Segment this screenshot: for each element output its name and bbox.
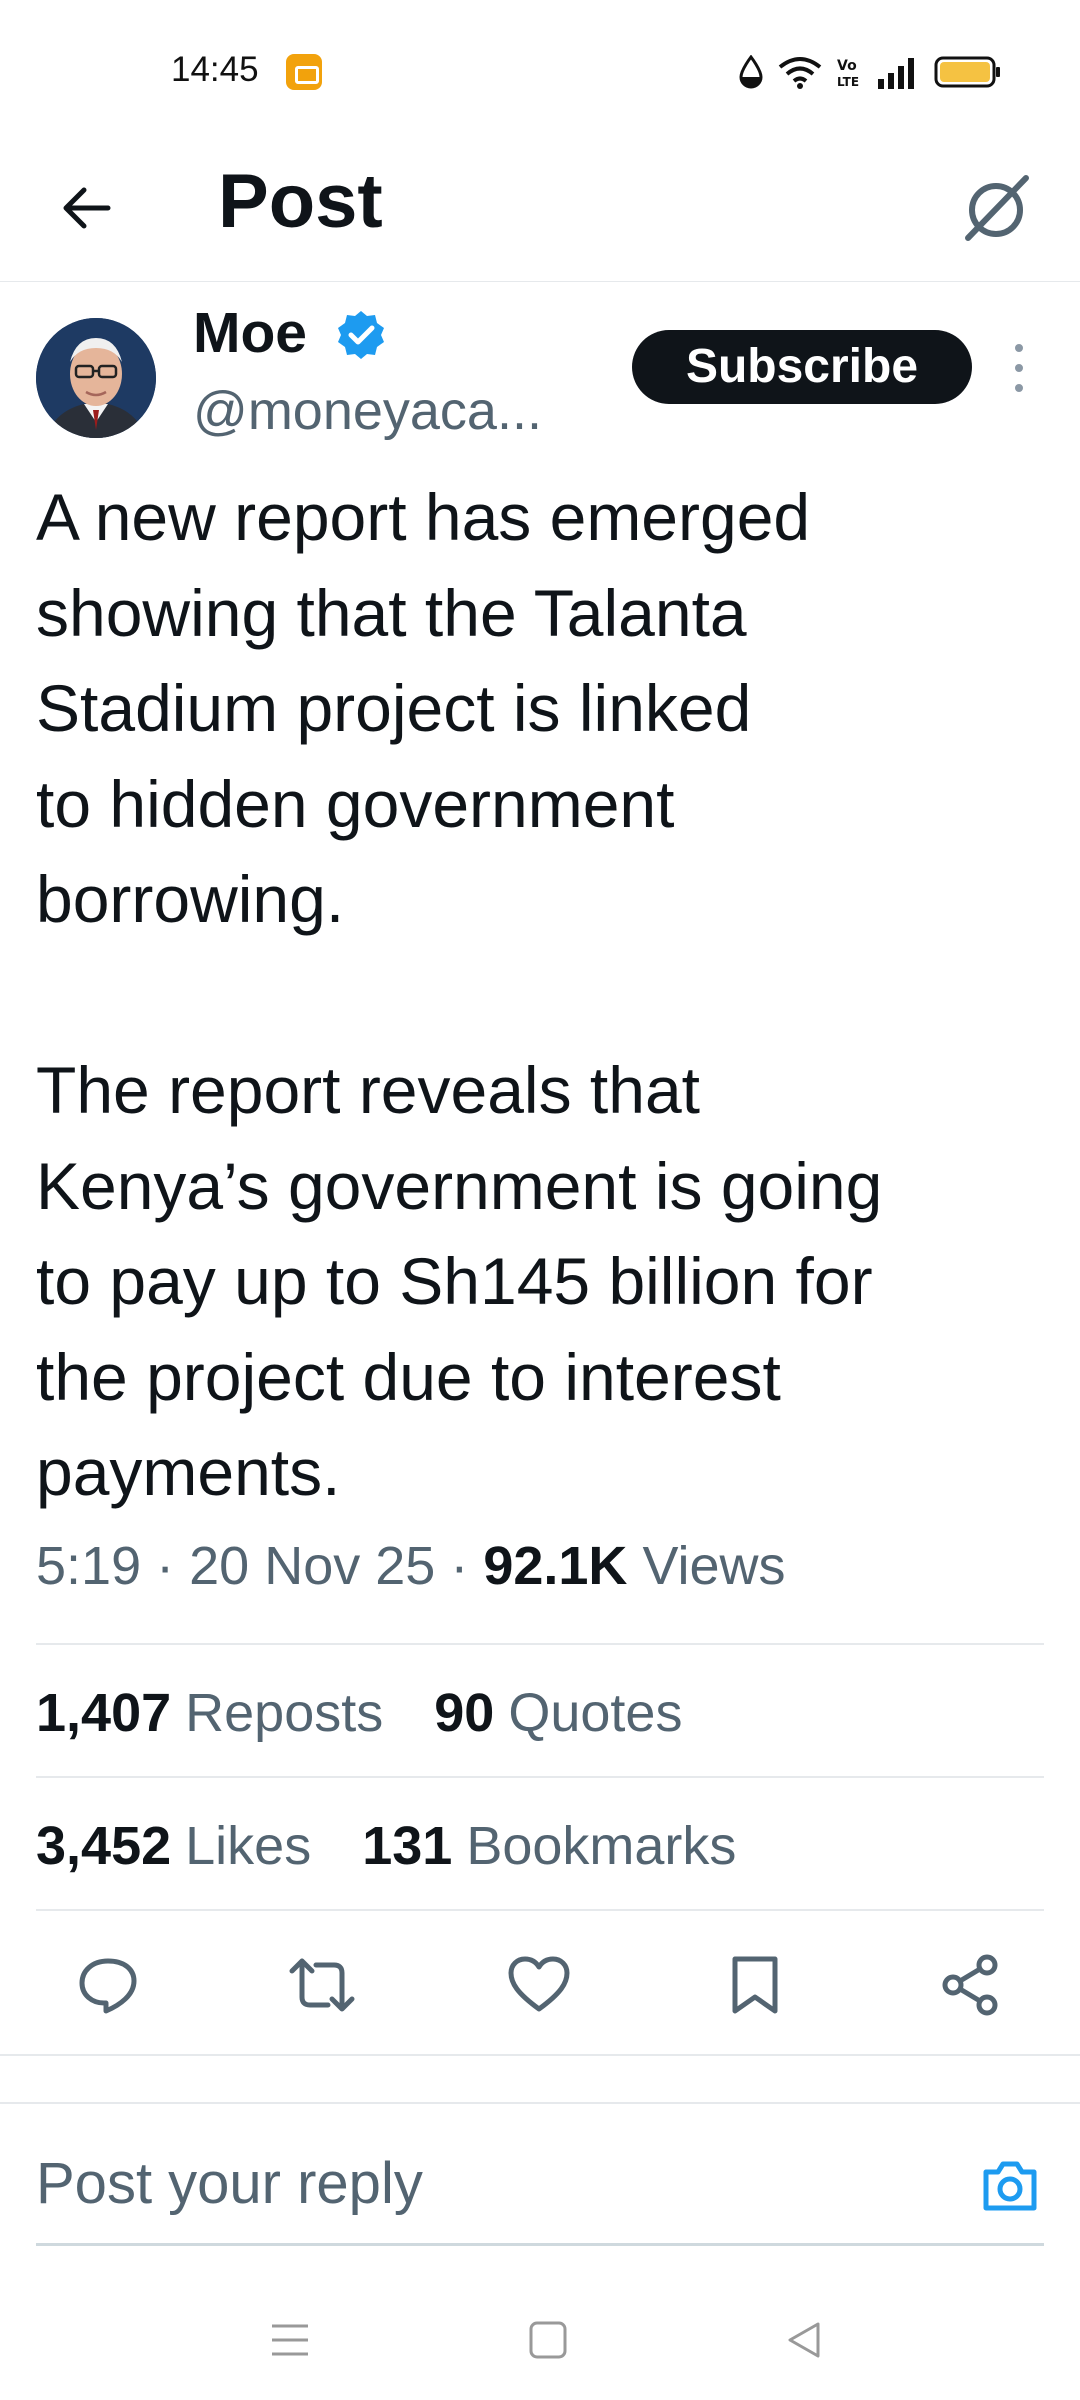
dnd-icon: [739, 55, 763, 89]
reply-input[interactable]: [36, 2150, 836, 2217]
reply-button[interactable]: [68, 1945, 148, 2025]
system-nav-bar: [0, 2280, 1080, 2400]
status-time: 14:45: [171, 50, 259, 89]
divider: [36, 1776, 1044, 1778]
repost-button[interactable]: [282, 1945, 362, 2025]
like-button[interactable]: [499, 1945, 579, 2025]
like-icon: [508, 1956, 570, 2012]
stats-row-likes: 3,452 Likes 131 Bookmarks: [36, 1815, 772, 1877]
volte-icon: VoLTE: [837, 58, 859, 89]
signal-icon: [878, 58, 914, 89]
header: Post: [0, 140, 1080, 282]
menu-icon: [272, 2324, 308, 2356]
back-triangle-icon: [788, 2322, 820, 2358]
nav-back-button[interactable]: [774, 2310, 834, 2370]
bookmarks-stat[interactable]: 131 Bookmarks: [362, 1816, 736, 1876]
battery-icon: [934, 56, 1000, 88]
more-dot-icon: [1015, 384, 1023, 392]
avatar-image: [36, 318, 156, 438]
quotes-count: 90: [434, 1683, 495, 1743]
reply-bar: [36, 2140, 1044, 2246]
status-bar: 14:45 Vo LTE: [0, 0, 1080, 140]
likes-stat[interactable]: 3,452 Likes: [36, 1816, 311, 1876]
app-notification-icon: [286, 54, 322, 90]
bookmark-button[interactable]: [715, 1945, 795, 2025]
reposts-stat[interactable]: 1,407 Reposts: [36, 1683, 383, 1743]
post-date[interactable]: 20 Nov 25: [189, 1536, 435, 1596]
meta-separator: ·: [156, 1536, 175, 1596]
meta-separator: ·: [450, 1536, 469, 1596]
home-square-icon: [529, 2321, 567, 2359]
views-count: 92.1K: [483, 1536, 628, 1596]
reply-icon: [79, 1958, 137, 2014]
share-button[interactable]: [931, 1945, 1011, 2025]
post-meta: 5:19 · 20 Nov 25 · 92.1K Views: [36, 1535, 786, 1597]
nav-home-button[interactable]: [518, 2310, 578, 2370]
bookmarks-label: Bookmarks: [466, 1816, 737, 1876]
back-button[interactable]: [48, 170, 124, 246]
divider: [0, 2054, 1080, 2056]
verified-badge-icon: [338, 311, 384, 359]
reposts-label: Reposts: [185, 1683, 384, 1743]
avatar[interactable]: [36, 318, 156, 438]
stats-row-reposts: 1,407 Reposts 90 Quotes: [36, 1682, 718, 1744]
author-handle[interactable]: @moneyaca...: [193, 380, 542, 442]
camera-button[interactable]: [976, 2152, 1044, 2220]
nav-menu-button[interactable]: [260, 2310, 320, 2370]
more-dot-icon: [1015, 344, 1023, 352]
bookmarks-count: 131: [362, 1816, 453, 1876]
views-label: Views: [642, 1536, 786, 1596]
grok-button[interactable]: [948, 160, 1044, 256]
camera-icon: [983, 2161, 1037, 2211]
more-options-button[interactable]: [1004, 338, 1034, 398]
divider: [0, 2102, 1080, 2104]
svg-text:LTE: LTE: [837, 75, 859, 89]
quotes-label: Quotes: [508, 1683, 683, 1743]
subscribe-button[interactable]: Subscribe: [632, 330, 972, 404]
divider: [36, 1909, 1044, 1911]
arrow-left-icon: [63, 187, 111, 229]
action-bar: [0, 1935, 1080, 2035]
status-icons: Vo LTE: [738, 52, 1002, 92]
divider: [36, 1643, 1044, 1645]
post-text: A new report has emerged showing that th…: [36, 480, 883, 1509]
likes-count: 3,452: [36, 1816, 172, 1876]
likes-label: Likes: [185, 1816, 312, 1876]
wifi-icon: [778, 57, 822, 89]
bookmark-icon: [732, 1956, 778, 2014]
grok-icon: [965, 175, 1029, 241]
more-dot-icon: [1015, 364, 1023, 372]
reposts-count: 1,407: [36, 1683, 172, 1743]
svg-text:Vo: Vo: [837, 58, 857, 74]
page-title: Post: [218, 159, 383, 244]
post-time[interactable]: 5:19: [36, 1536, 141, 1596]
share-icon: [942, 1954, 998, 2016]
quotes-stat[interactable]: 90 Quotes: [434, 1683, 682, 1743]
repost-icon: [289, 1958, 355, 2012]
author-name[interactable]: Moe: [193, 300, 307, 366]
